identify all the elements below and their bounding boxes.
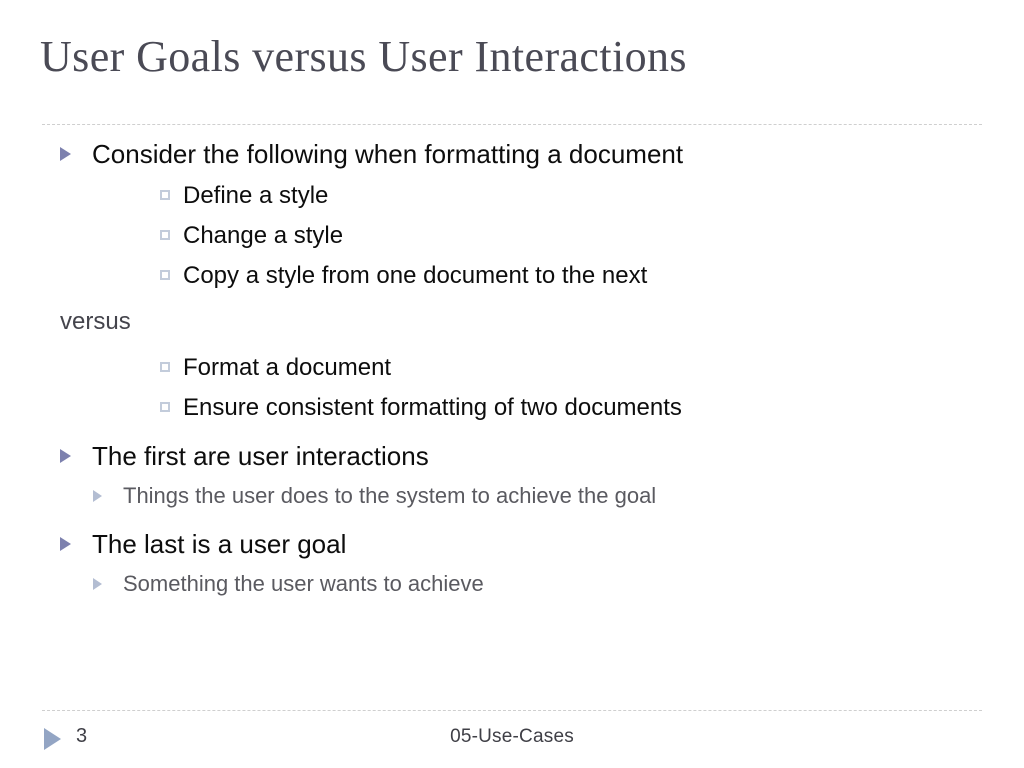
bullet-text: The first are user interactions [92, 441, 429, 471]
slide: User Goals versus User Interactions Cons… [0, 0, 1024, 768]
triangle-bullet-icon [60, 537, 71, 551]
title-divider [42, 124, 982, 125]
square-bullet-icon [160, 190, 170, 200]
bullet-item: Define a style [0, 176, 1024, 216]
slide-footer: 3 05-Use-Cases [0, 714, 1024, 760]
triangle-bullet-icon [60, 449, 71, 463]
bullet-text: Define a style [183, 182, 329, 209]
bullet-item: Copy a style from one document to the ne… [0, 256, 1024, 296]
bullet-item: Consider the following when formatting a… [0, 134, 1024, 174]
bullet-item: Something the user wants to achieve [0, 566, 1024, 602]
bullet-text: Change a style [183, 222, 344, 249]
slide-body: Consider the following when formatting a… [0, 134, 1024, 604]
bullet-item: Things the user does to the system to ac… [0, 478, 1024, 514]
bullet-item: Ensure consistent formatting of two docu… [0, 388, 1024, 428]
bullet-text: Consider the following when formatting a… [92, 139, 684, 169]
bullet-text: Ensure consistent formatting of two docu… [183, 394, 682, 421]
bullet-text: The last is a user goal [92, 529, 347, 559]
square-bullet-icon [160, 270, 170, 280]
square-bullet-icon [160, 402, 170, 412]
triangle-bullet-small-icon [93, 578, 102, 590]
bullet-item: Format a document [0, 348, 1024, 388]
bullet-item: The first are user interactions [0, 436, 1024, 476]
bullet-text: Things the user does to the system to ac… [123, 483, 657, 508]
bullet-text: Something the user wants to achieve [123, 571, 484, 596]
page-title: User Goals versus User Interactions [40, 32, 687, 81]
triangle-bullet-small-icon [93, 490, 102, 502]
square-bullet-icon [160, 362, 170, 372]
square-bullet-icon [160, 230, 170, 240]
footer-divider [42, 710, 982, 711]
bullet-text: Format a document [183, 354, 392, 381]
triangle-bullet-icon [60, 147, 71, 161]
bullet-item: The last is a user goal [0, 524, 1024, 564]
deck-label: 05-Use-Cases [450, 726, 574, 747]
bullet-item: Change a style [0, 216, 1024, 256]
bullet-text: Copy a style from one document to the ne… [183, 262, 648, 289]
versus-text: versus [60, 308, 131, 335]
versus-label: versus [0, 302, 1024, 342]
